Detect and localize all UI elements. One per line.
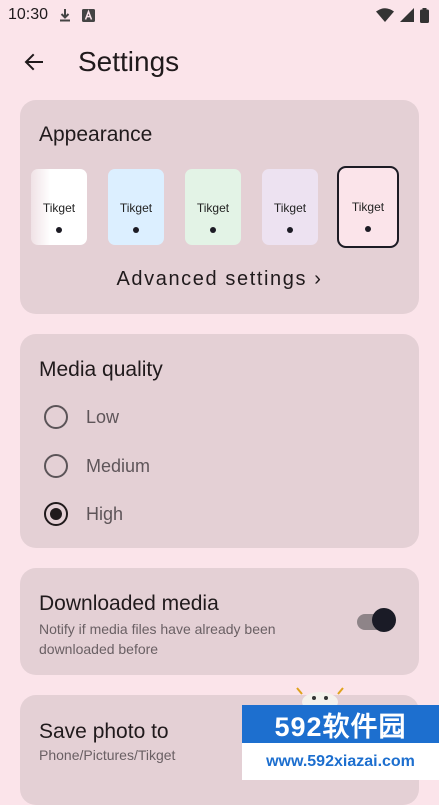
back-button[interactable] xyxy=(10,38,58,86)
theme-dot xyxy=(133,227,139,233)
downloaded-media-toggle[interactable] xyxy=(357,608,397,636)
downloaded-media-title: Downloaded media xyxy=(39,592,219,615)
download-icon xyxy=(60,9,71,22)
battery-icon xyxy=(420,7,429,23)
theme-label: Tikget xyxy=(196,201,230,215)
media-quality-title: Media quality xyxy=(39,358,163,381)
status-bar: 10:30 xyxy=(0,0,439,30)
watermark: 592软件园 www.592xiazai.com xyxy=(242,705,439,780)
theme-option-3[interactable]: Tikget xyxy=(185,169,241,245)
radio-option-medium[interactable]: Medium xyxy=(44,446,150,486)
radio-label: Medium xyxy=(86,455,151,476)
theme-option-4[interactable]: Tikget xyxy=(262,169,318,245)
advanced-settings-link[interactable]: Advanced settings › xyxy=(20,268,419,291)
radio-dot xyxy=(50,508,62,520)
theme-option-5-selected[interactable]: Tikget xyxy=(337,166,399,248)
theme-label: Tikget xyxy=(351,200,385,214)
theme-dot xyxy=(287,227,293,233)
downloaded-media-card: Downloaded media Notify if media files h… xyxy=(20,568,419,675)
radio-option-low[interactable]: Low xyxy=(44,397,119,437)
theme-dot xyxy=(210,227,216,233)
theme-option-1[interactable]: Tikget xyxy=(31,169,87,245)
status-right xyxy=(376,7,429,23)
watermark-brand: 592软件园 xyxy=(242,705,439,743)
appearance-card: Appearance Tikget Tikget Tikget Tikget T… xyxy=(20,100,419,314)
toggle-thumb xyxy=(372,608,396,632)
theme-dot xyxy=(56,227,62,233)
watermark-url: www.592xiazai.com xyxy=(242,743,439,780)
theme-dot xyxy=(365,226,371,232)
page-title: Settings xyxy=(78,46,180,77)
top-app-bar: Settings xyxy=(0,36,439,88)
theme-option-2[interactable]: Tikget xyxy=(108,169,164,245)
radio-label: Low xyxy=(86,406,120,427)
status-time: 10:30 xyxy=(8,6,49,23)
status-left: 10:30 xyxy=(8,6,96,24)
a-badge-icon xyxy=(82,8,96,22)
radio-button[interactable] xyxy=(44,454,68,478)
radio-button-checked[interactable] xyxy=(44,502,68,526)
radio-label: High xyxy=(86,503,124,524)
theme-label: Tikget xyxy=(119,201,153,215)
theme-list: Tikget Tikget Tikget Tikget Tikget xyxy=(31,166,399,248)
theme-label: Tikget xyxy=(42,201,76,215)
radio-option-high[interactable]: High xyxy=(44,494,123,534)
wifi-icon xyxy=(376,8,394,22)
signal-icon xyxy=(400,8,414,22)
appearance-title: Appearance xyxy=(39,123,153,146)
media-quality-card: Media quality Low Medium High xyxy=(20,334,419,548)
theme-label: Tikget xyxy=(273,201,307,215)
downloaded-media-subtitle: Notify if media files have already been … xyxy=(39,621,276,657)
save-photo-title: Save photo to xyxy=(39,720,169,743)
arrow-left-icon xyxy=(24,53,43,71)
radio-button[interactable] xyxy=(44,405,68,429)
